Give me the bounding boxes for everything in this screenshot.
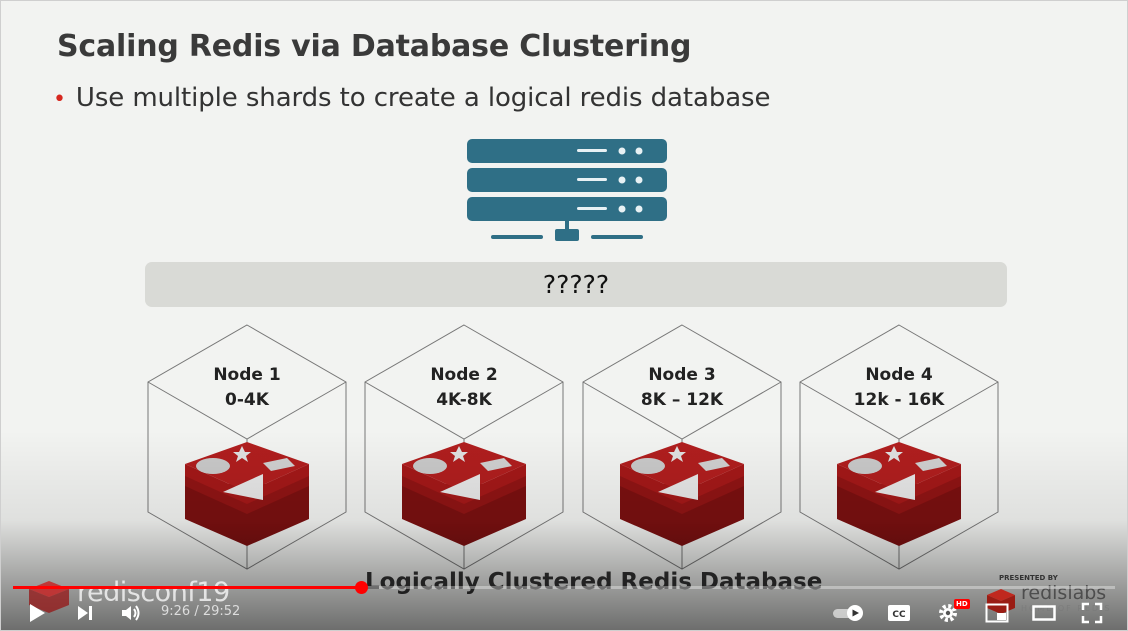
node-cube-1: Node 1 0-4K [147,324,347,570]
wireframe-cube-icon [582,324,782,570]
node-range: 0-4K [225,390,269,410]
node-range: 12k - 16K [853,390,945,410]
bullet-text: Use multiple shards to create a logical … [75,83,771,113]
captions-button[interactable]: CC [885,599,913,627]
slide-bullet: • Use multiple shards to create a logical… [53,83,771,113]
bullet-dot: • [53,87,66,112]
fullscreen-button[interactable] [1077,599,1107,627]
server-icon [467,139,667,241]
theater-button[interactable] [1029,599,1059,627]
video-frame: Scaling Redis via Database Clustering • U… [1,1,1127,630]
fullscreen-icon [1081,602,1103,624]
question-bar: ????? [145,262,1007,307]
node-name: Node 4 [865,365,933,385]
volume-button[interactable] [117,599,145,627]
node-range: 4K-8K [436,390,492,410]
svg-text:CC: CC [892,610,906,620]
redis-stack-icon [837,442,961,546]
node-name: Node 1 [213,365,281,385]
wireframe-cube-icon [364,324,564,570]
presented-by-label: PRESENTED BY [999,574,1058,582]
video-player[interactable]: Scaling Redis via Database Clustering • U… [0,0,1128,631]
node-name: Node 2 [430,365,498,385]
autoplay-toggle[interactable] [831,599,867,627]
theater-icon [1032,605,1056,621]
miniplayer-button[interactable] [983,599,1011,627]
wireframe-cube-icon [799,324,999,570]
wireframe-cube-icon [147,324,347,570]
play-button[interactable] [23,599,51,627]
cluster-caption: Logically Clustered Redis Database [365,569,823,595]
progress-bar[interactable] [13,581,1115,594]
node-name: Node 3 [648,365,716,385]
node-cube-2: Node 2 4K-8K [364,324,564,570]
slide-title: Scaling Redis via Database Clustering [57,29,692,64]
time-display: 9:26 / 29:52 [161,604,241,619]
redis-stack-icon [402,442,526,546]
play-icon [30,604,45,622]
autoplay-toggle-icon [833,605,863,621]
volume-icon [122,605,140,621]
node-cube-4: Node 4 12k - 16K [799,324,999,570]
progress-played [13,586,362,589]
redis-stack-icon [620,442,744,546]
next-icon [78,606,92,620]
captions-icon: CC [888,605,910,621]
next-button[interactable] [71,599,99,627]
node-cube-3: Node 3 8K – 12K [582,324,782,570]
node-range: 8K – 12K [640,390,724,410]
redis-stack-icon [185,442,309,546]
hd-badge: HD [954,599,970,609]
miniplayer-icon [985,603,1009,623]
